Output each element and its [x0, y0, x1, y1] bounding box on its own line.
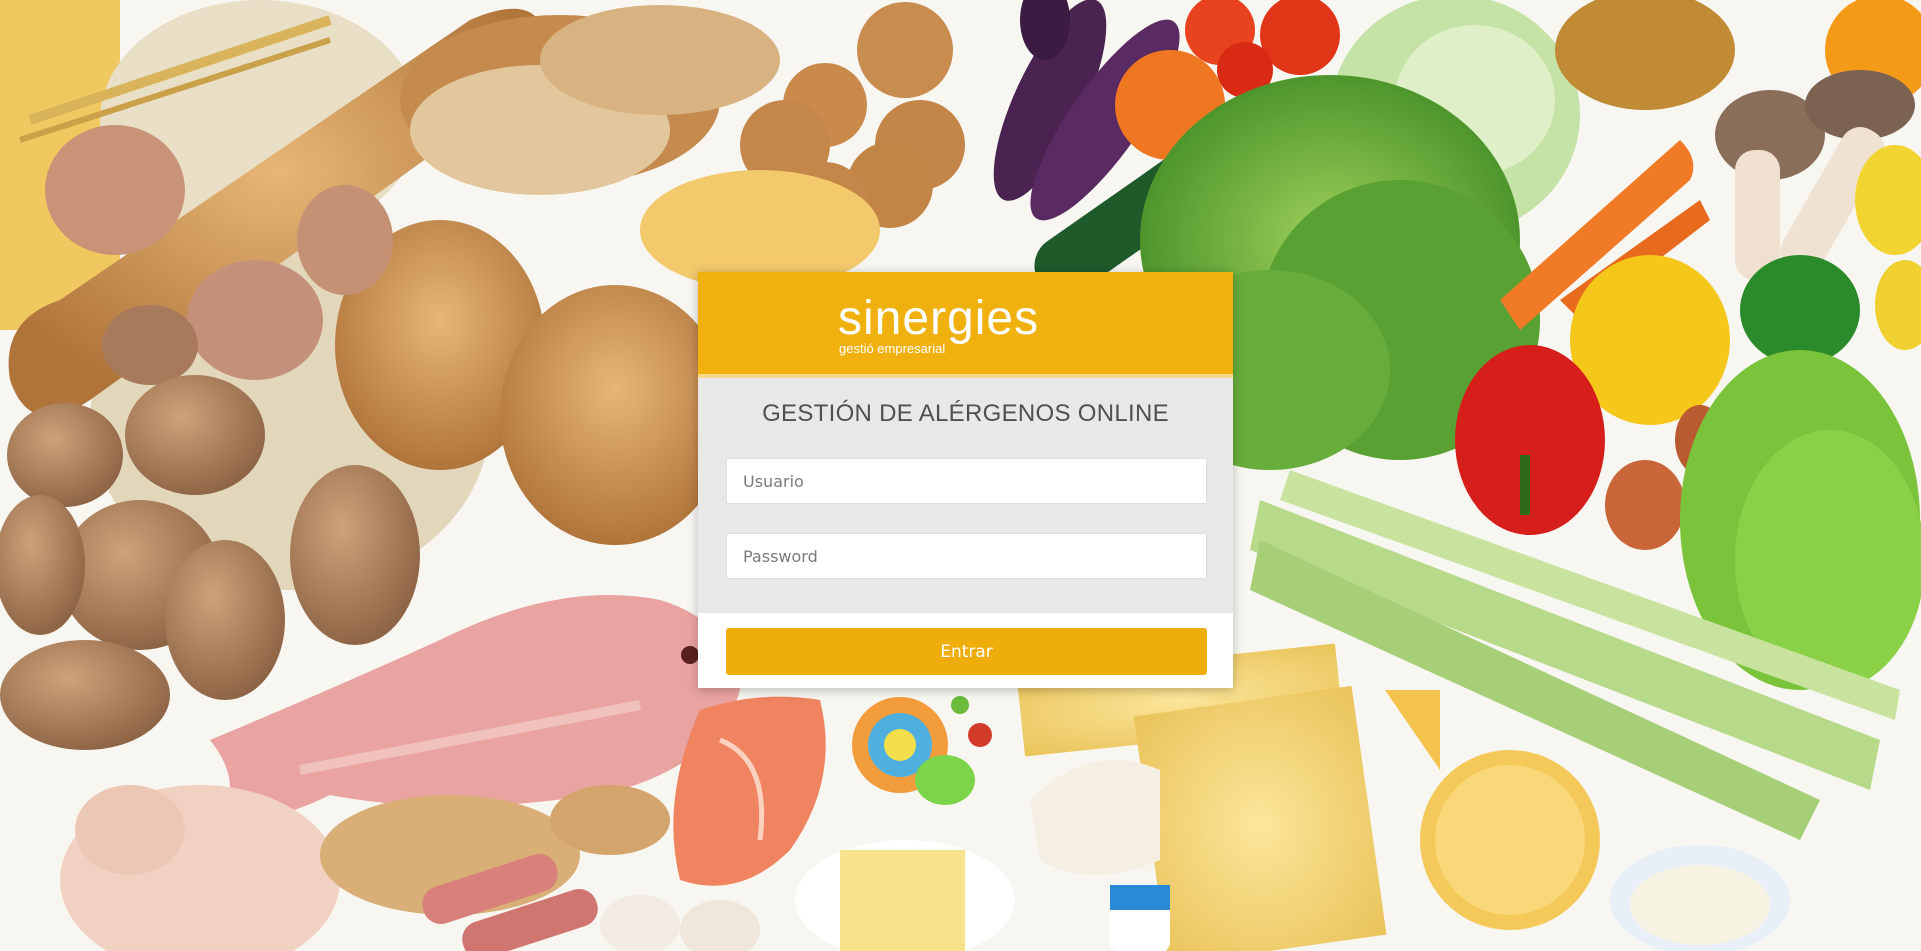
login-card: sinergies gestió empresarial GESTIÓN DE …	[698, 272, 1233, 688]
login-page: sinergies gestió empresarial GESTIÓN DE …	[0, 0, 1921, 951]
sinergies-logo: sinergies gestió empresarial	[838, 292, 1039, 356]
login-button[interactable]: Entrar	[726, 628, 1207, 675]
card-header: sinergies gestió empresarial	[698, 272, 1233, 374]
logo-text: sinergies	[838, 292, 1039, 345]
logo-tagline: gestió empresarial	[839, 341, 945, 356]
login-title: GESTIÓN DE ALÉRGENOS ONLINE	[762, 400, 1169, 427]
card-footer: Entrar	[698, 613, 1233, 688]
login-form: GESTIÓN DE ALÉRGENOS ONLINE	[698, 374, 1233, 613]
username-input[interactable]	[726, 458, 1207, 504]
password-input[interactable]	[726, 533, 1207, 579]
